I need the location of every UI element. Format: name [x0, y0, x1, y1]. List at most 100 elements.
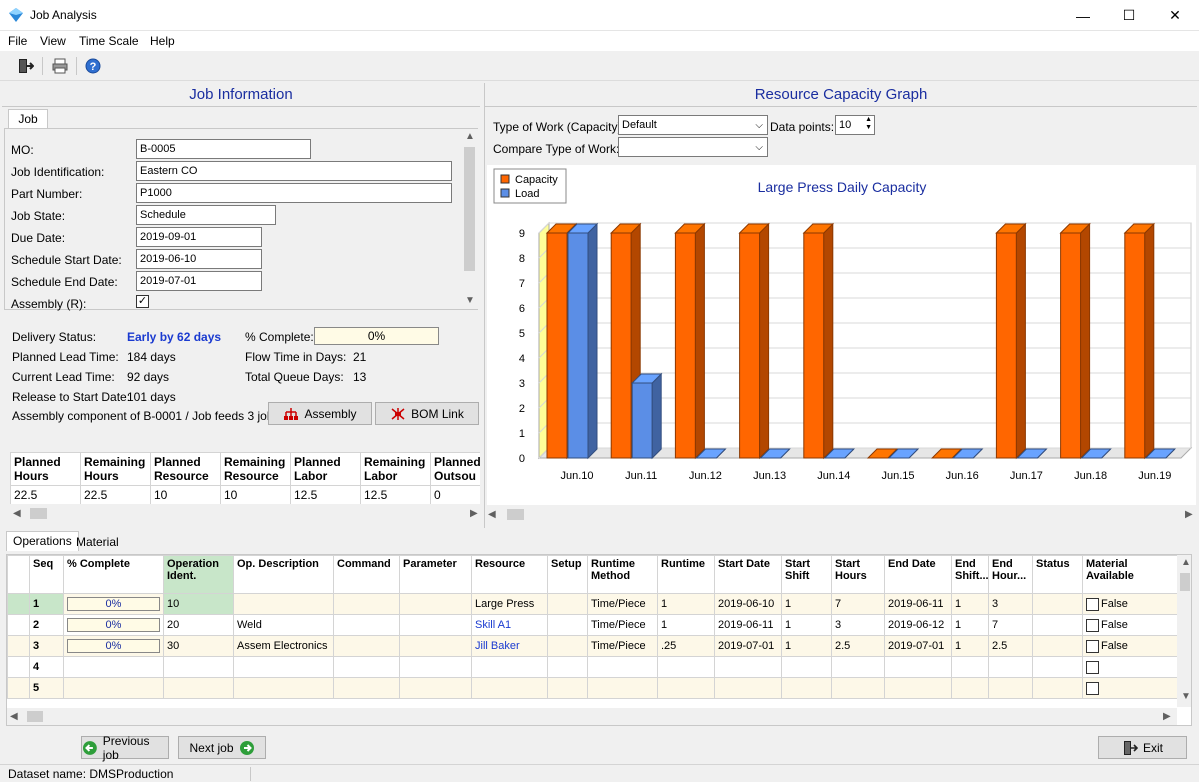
- data-points-spinner[interactable]: 10 ▲ ▼: [835, 115, 875, 135]
- table-row[interactable]: 2 0% 20 Weld Skill A1 Time/Piece 1 2019-06-11 1 3…: [7, 614, 1188, 636]
- ops-cell-command[interactable]: [333, 635, 400, 657]
- ops-cell-method[interactable]: Time/Piece: [587, 635, 658, 657]
- minimize-button[interactable]: —: [1060, 0, 1106, 31]
- ops-cell-start-date[interactable]: 2019-06-10: [714, 593, 782, 615]
- menu-time-scale[interactable]: Time Scale: [79, 34, 139, 48]
- scroll-left-icon[interactable]: ◀: [10, 711, 18, 722]
- row-selector[interactable]: [7, 593, 30, 615]
- ops-cell-end-hours[interactable]: 3: [988, 593, 1033, 615]
- material-checkbox[interactable]: [1086, 618, 1099, 632]
- ops-cell-seq[interactable]: 1: [29, 593, 64, 615]
- ops-cell-pct[interactable]: 0%: [63, 635, 164, 657]
- ops-col-header[interactable]: Command: [333, 555, 400, 594]
- ops-cell-end-shift[interactable]: 1: [951, 614, 989, 636]
- ops-cell-ident[interactable]: 30: [163, 635, 234, 657]
- ops-cell-setup[interactable]: [547, 635, 588, 657]
- ops-cell-seq[interactable]: 5: [29, 677, 64, 699]
- close-button[interactable]: ✕: [1152, 0, 1198, 31]
- material-checkbox[interactable]: [1086, 597, 1099, 611]
- schedule-start-field[interactable]: 2019-06-10: [136, 249, 262, 269]
- ops-cell-end-shift[interactable]: [951, 677, 989, 699]
- ops-cell-param[interactable]: [399, 635, 472, 657]
- ops-cell-resource[interactable]: [471, 656, 548, 678]
- ops-cell-status[interactable]: [1032, 635, 1083, 657]
- ops-cell-end-shift[interactable]: [951, 656, 989, 678]
- ops-cell-pct[interactable]: 0%: [63, 593, 164, 615]
- ops-cell-start-shift[interactable]: 1: [781, 614, 832, 636]
- ops-cell-end-date[interactable]: [884, 677, 952, 699]
- ops-cell-setup[interactable]: [547, 614, 588, 636]
- tab-material[interactable]: Material: [70, 533, 125, 551]
- compare-type-select[interactable]: ⌵: [618, 137, 768, 157]
- hours-scroll-thumb[interactable]: [30, 508, 47, 519]
- menu-view[interactable]: View: [40, 34, 66, 48]
- scroll-up-icon[interactable]: ▲: [465, 131, 475, 142]
- material-checkbox[interactable]: [1086, 639, 1099, 653]
- ops-cell-end-date[interactable]: [884, 656, 952, 678]
- ops-cell-resource[interactable]: Large Press: [471, 593, 548, 615]
- ops-cell-desc[interactable]: [233, 677, 334, 699]
- scroll-left-icon[interactable]: ◀: [13, 508, 21, 519]
- ops-cell-end-shift[interactable]: 1: [951, 635, 989, 657]
- ops-cell-status[interactable]: [1032, 677, 1083, 699]
- schedule-end-field[interactable]: 2019-07-01: [136, 271, 262, 291]
- ops-cell-runtime[interactable]: .25: [657, 635, 715, 657]
- ops-cell-status[interactable]: [1032, 593, 1083, 615]
- material-checkbox[interactable]: [1086, 681, 1099, 695]
- ops-cell-runtime[interactable]: 1: [657, 593, 715, 615]
- ops-cell-setup[interactable]: [547, 656, 588, 678]
- ops-cell-method[interactable]: Time/Piece: [587, 614, 658, 636]
- hours-col-header[interactable]: Remaining Hours: [80, 452, 151, 486]
- ops-cell-material[interactable]: [1082, 656, 1188, 678]
- scroll-right-icon[interactable]: ▶: [1185, 509, 1193, 520]
- ops-col-header[interactable]: Setup: [547, 555, 588, 594]
- ops-cell-end-shift[interactable]: 1: [951, 593, 989, 615]
- table-row[interactable]: 5: [7, 677, 1188, 699]
- ops-col-header[interactable]: Parameter: [399, 555, 472, 594]
- scroll-up-icon[interactable]: ▲: [1181, 557, 1191, 568]
- ops-cell-start-shift[interactable]: 1: [781, 593, 832, 615]
- hours-col-header[interactable]: Planned Resource: [150, 452, 221, 486]
- scroll-right-icon[interactable]: ▶: [1163, 711, 1171, 722]
- ops-hscrollbar[interactable]: ◀ ▶: [7, 708, 1177, 725]
- tab-operations[interactable]: Operations: [6, 531, 79, 551]
- job-state-field[interactable]: Schedule: [136, 205, 276, 225]
- ops-col-header[interactable]: Operation Ident.: [163, 555, 234, 594]
- exit-button[interactable]: Exit: [1098, 736, 1187, 759]
- ops-cell-param[interactable]: [399, 677, 472, 699]
- ops-cell-command[interactable]: [333, 593, 400, 615]
- ops-cell-start-hours[interactable]: [831, 656, 885, 678]
- table-row[interactable]: 3 0% 30 Assem Electronics Jill Baker Time/Pie…: [7, 635, 1188, 657]
- ops-cell-runtime[interactable]: 1: [657, 614, 715, 636]
- ops-cell-seq[interactable]: 3: [29, 635, 64, 657]
- ops-cell-resource[interactable]: [471, 677, 548, 699]
- ops-cell-end-date[interactable]: 2019-06-11: [884, 593, 952, 615]
- ops-cell-start-hours[interactable]: 3: [831, 614, 885, 636]
- ops-cell-ident[interactable]: 10: [163, 593, 234, 615]
- ops-col-header[interactable]: Start Shift: [781, 555, 832, 594]
- row-selector[interactable]: [7, 635, 30, 657]
- ops-cell-resource[interactable]: Skill A1: [471, 614, 548, 636]
- exit-door-icon[interactable]: [14, 55, 36, 77]
- row-selector[interactable]: [7, 677, 30, 699]
- ops-cell-method[interactable]: [587, 656, 658, 678]
- ops-cell-desc[interactable]: [233, 656, 334, 678]
- ops-cell-method[interactable]: [587, 677, 658, 699]
- ops-cell-start-shift[interactable]: [781, 677, 832, 699]
- ops-scroll-thumb[interactable]: [1180, 573, 1190, 591]
- bom-link-button[interactable]: BOM Link: [375, 402, 479, 425]
- ops-cell-end-date[interactable]: 2019-07-01: [884, 635, 952, 657]
- ops-col-header[interactable]: End Hour...: [988, 555, 1033, 594]
- ops-cell-command[interactable]: [333, 614, 400, 636]
- hours-col-header[interactable]: Remaining Labor: [360, 452, 431, 486]
- ops-cell-status[interactable]: [1032, 656, 1083, 678]
- ops-cell-start-shift[interactable]: 1: [781, 635, 832, 657]
- tab-job[interactable]: Job: [8, 109, 48, 129]
- row-selector[interactable]: [7, 656, 30, 678]
- ops-col-header[interactable]: Op. Description: [233, 555, 334, 594]
- ops-cell-setup[interactable]: [547, 677, 588, 699]
- ops-cell-runtime[interactable]: [657, 656, 715, 678]
- ops-cell-start-date[interactable]: [714, 677, 782, 699]
- ops-col-header[interactable]: End Shift...: [951, 555, 989, 594]
- assembly-checkbox[interactable]: ✓: [136, 295, 149, 308]
